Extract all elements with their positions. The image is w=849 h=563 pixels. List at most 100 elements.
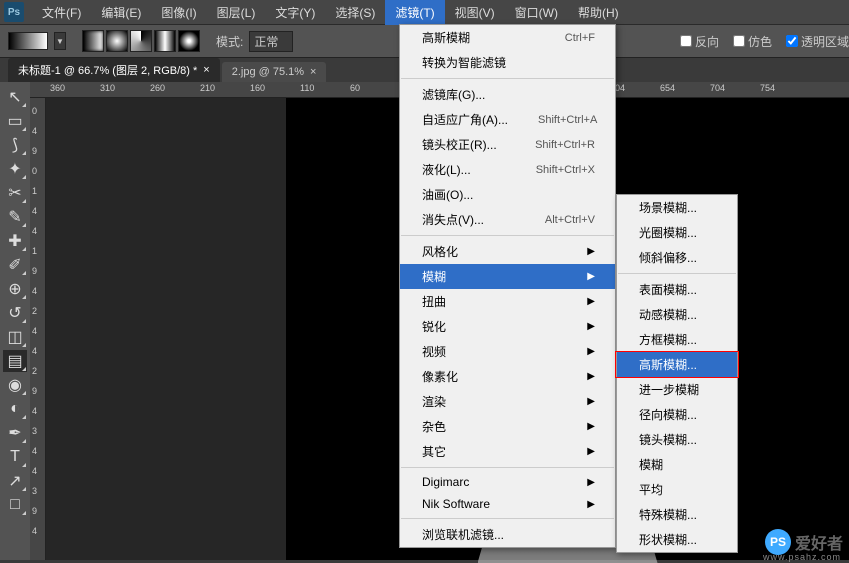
gradient-preview[interactable] [8, 32, 48, 50]
menu-item-A[interactable]: 自适应广角(A)...Shift+Ctrl+A [400, 107, 615, 132]
path-tool[interactable]: ↗ [3, 470, 27, 492]
submenu-item-[interactable]: 形状模糊... [617, 527, 737, 552]
eraser-tool[interactable]: ◫ [3, 326, 27, 348]
pen-tool[interactable]: ✒ [3, 422, 27, 444]
dodge-tool[interactable]: ◐ [3, 398, 27, 420]
mode-label: 模式: [216, 33, 243, 50]
document-tab-0[interactable]: 未标题-1 @ 66.7% (图层 2, RGB/8) *× [8, 58, 220, 82]
menu-item-[interactable]: 视频▶ [400, 339, 615, 364]
ruler-tick: 4 [32, 206, 37, 216]
submenu-item-[interactable]: 径向模糊... [617, 402, 737, 427]
history-brush-tool[interactable]: ↺ [3, 302, 27, 324]
submenu-item-[interactable]: 表面模糊... [617, 277, 737, 302]
shape-tool[interactable]: □ [3, 494, 27, 516]
submenu-arrow-icon: ▶ [587, 271, 595, 282]
angle-gradient-button[interactable] [130, 30, 152, 52]
blur-tool[interactable]: ◉ [3, 374, 27, 396]
menu-item-[interactable]: 模糊▶ [400, 264, 615, 289]
menu-2[interactable]: 图像(I) [151, 0, 206, 25]
menu-0[interactable]: 文件(F) [32, 0, 91, 25]
diamond-gradient-button[interactable] [178, 30, 200, 52]
submenu-arrow-icon: ▶ [587, 446, 595, 457]
ruler-tick: 4 [32, 526, 37, 536]
submenu-item-[interactable]: 平均 [617, 477, 737, 502]
menu-item-NikSoftware[interactable]: Nik Software▶ [400, 493, 615, 515]
menu-item-Digimarc[interactable]: Digimarc▶ [400, 471, 615, 493]
menu-5[interactable]: 选择(S) [325, 0, 385, 25]
menu-item-[interactable]: 高斯模糊Ctrl+F [400, 25, 615, 50]
menu-item-G[interactable]: 滤镜库(G)... [400, 82, 615, 107]
menu-label: 场景模糊... [639, 199, 697, 216]
menu-item-[interactable]: 扭曲▶ [400, 289, 615, 314]
submenu-item-[interactable]: 动感模糊... [617, 302, 737, 327]
brush-tool[interactable]: ✐ [3, 254, 27, 276]
highlight-box [615, 351, 739, 378]
menu-label: 镜头模糊... [639, 431, 697, 448]
close-icon[interactable]: × [203, 64, 209, 76]
menu-7[interactable]: 视图(V) [445, 0, 505, 25]
reverse-checkbox[interactable]: 反向 [680, 33, 719, 50]
submenu-item-[interactable]: 光圈模糊... [617, 220, 737, 245]
lasso-tool[interactable]: ⟆ [3, 134, 27, 156]
submenu-arrow-icon: ▶ [587, 296, 595, 307]
marquee-tool[interactable]: ▭ [3, 110, 27, 132]
submenu-item-[interactable]: 倾斜偏移... [617, 245, 737, 270]
submenu-arrow-icon: ▶ [587, 371, 595, 382]
menu-label: 视频 [422, 343, 446, 360]
gradient-tool[interactable]: ▤ [3, 350, 27, 372]
document-tab-1[interactable]: 2.jpg @ 75.1%× [222, 62, 327, 82]
menu-item-R[interactable]: 镜头校正(R)...Shift+Ctrl+R [400, 132, 615, 157]
submenu-item-[interactable]: 进一步模糊 [617, 377, 737, 402]
dither-label: 仿色 [748, 33, 772, 50]
menu-item-[interactable]: 像素化▶ [400, 364, 615, 389]
close-icon[interactable]: × [310, 66, 316, 78]
submenu-item-[interactable]: 特殊模糊... [617, 502, 737, 527]
stamp-tool[interactable]: ⊕ [3, 278, 27, 300]
submenu-item-[interactable]: 模糊 [617, 452, 737, 477]
reflected-gradient-button[interactable] [154, 30, 176, 52]
menubar: Ps 文件(F)编辑(E)图像(I)图层(L)文字(Y)选择(S)滤镜(T)视图… [0, 0, 849, 24]
menu-item-L[interactable]: 液化(L)...Shift+Ctrl+X [400, 157, 615, 182]
marquee-tool-icon: ▭ [7, 111, 22, 131]
menu-item-[interactable]: 风格化▶ [400, 239, 615, 264]
submenu-item-[interactable]: 镜头模糊... [617, 427, 737, 452]
menu-3[interactable]: 图层(L) [207, 0, 266, 25]
transparency-checkbox[interactable]: 透明区域 [786, 33, 849, 50]
menu-8[interactable]: 窗口(W) [505, 0, 568, 25]
shortcut: Shift+Ctrl+X [536, 164, 595, 176]
submenu-item-[interactable]: 高斯模糊... [617, 352, 737, 377]
menu-item-V[interactable]: 消失点(V)...Alt+Ctrl+V [400, 207, 615, 232]
blend-mode-select[interactable]: 正常 [249, 31, 293, 52]
eyedropper-tool[interactable]: ✎ [3, 206, 27, 228]
menu-label: 特殊模糊... [639, 506, 697, 523]
menu-item-[interactable]: 渲染▶ [400, 389, 615, 414]
ruler-tick: 4 [32, 466, 37, 476]
vertical-ruler: 0490144194244294344394 [30, 98, 46, 560]
submenu-item-[interactable]: 方框模糊... [617, 327, 737, 352]
menu-item-O[interactable]: 油画(O)... [400, 182, 615, 207]
menu-4[interactable]: 文字(Y) [265, 0, 325, 25]
menu-item-[interactable]: 锐化▶ [400, 314, 615, 339]
eraser-tool-icon: ◫ [7, 327, 22, 347]
menu-label: 自适应广角(A)... [422, 111, 508, 128]
submenu-arrow-icon: ▶ [587, 321, 595, 332]
menu-6[interactable]: 滤镜(T) [385, 0, 444, 25]
menu-9[interactable]: 帮助(H) [568, 0, 629, 25]
magic-wand-tool[interactable]: ✦ [3, 158, 27, 180]
menu-item-[interactable]: 其它▶ [400, 439, 615, 464]
radial-gradient-button[interactable] [106, 30, 128, 52]
linear-gradient-button[interactable] [82, 30, 104, 52]
menu-item-[interactable]: 杂色▶ [400, 414, 615, 439]
menu-item-[interactable]: 转换为智能滤镜 [400, 50, 615, 75]
type-tool[interactable]: T [3, 446, 27, 468]
menu-1[interactable]: 编辑(E) [91, 0, 151, 25]
crop-tool[interactable]: ✂ [3, 182, 27, 204]
menu-label: 镜头校正(R)... [422, 136, 497, 153]
submenu-item-[interactable]: 场景模糊... [617, 195, 737, 220]
gradient-picker-dropdown[interactable]: ▼ [54, 32, 66, 50]
menu-label: 油画(O)... [422, 186, 473, 203]
menu-item-[interactable]: 浏览联机滤镜... [400, 522, 615, 547]
move-tool[interactable]: ↖ [3, 86, 27, 108]
dither-checkbox[interactable]: 仿色 [733, 33, 772, 50]
healing-tool[interactable]: ✚ [3, 230, 27, 252]
